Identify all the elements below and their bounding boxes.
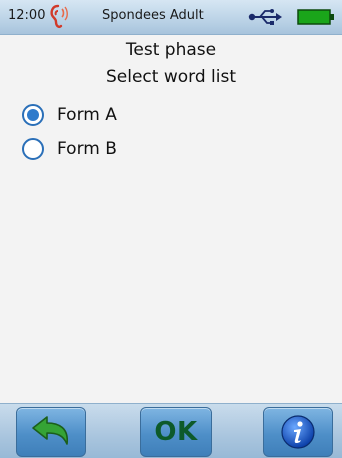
info-icon [281,415,315,449]
radio-form-a[interactable] [22,104,44,126]
bottom-toolbar: OK [0,403,342,458]
heading-select-word-list: Select word list [105,67,236,87]
app-title: Spondees Adult [102,8,204,23]
main-content: Test phase Select word list Form A Form … [0,35,342,403]
info-button[interactable] [263,407,333,457]
heading-test-phase: Test phase [125,40,217,60]
status-bar: 12:00 Spondees Adult [0,0,342,35]
ok-button[interactable]: OK [140,407,212,457]
back-button[interactable] [16,407,86,457]
radio-form-b[interactable] [22,138,44,160]
ok-label: OK [154,417,198,447]
usb-icon [248,9,282,25]
ear-icon [50,4,68,28]
option-form-b-label: Form B [57,139,117,159]
option-form-a[interactable]: Form A [22,103,117,127]
clock-time: 12:00 [8,8,46,23]
back-arrow-icon [32,416,69,445]
option-form-b[interactable]: Form B [22,137,117,161]
option-form-a-label: Form A [57,105,117,125]
battery-icon [297,9,334,25]
